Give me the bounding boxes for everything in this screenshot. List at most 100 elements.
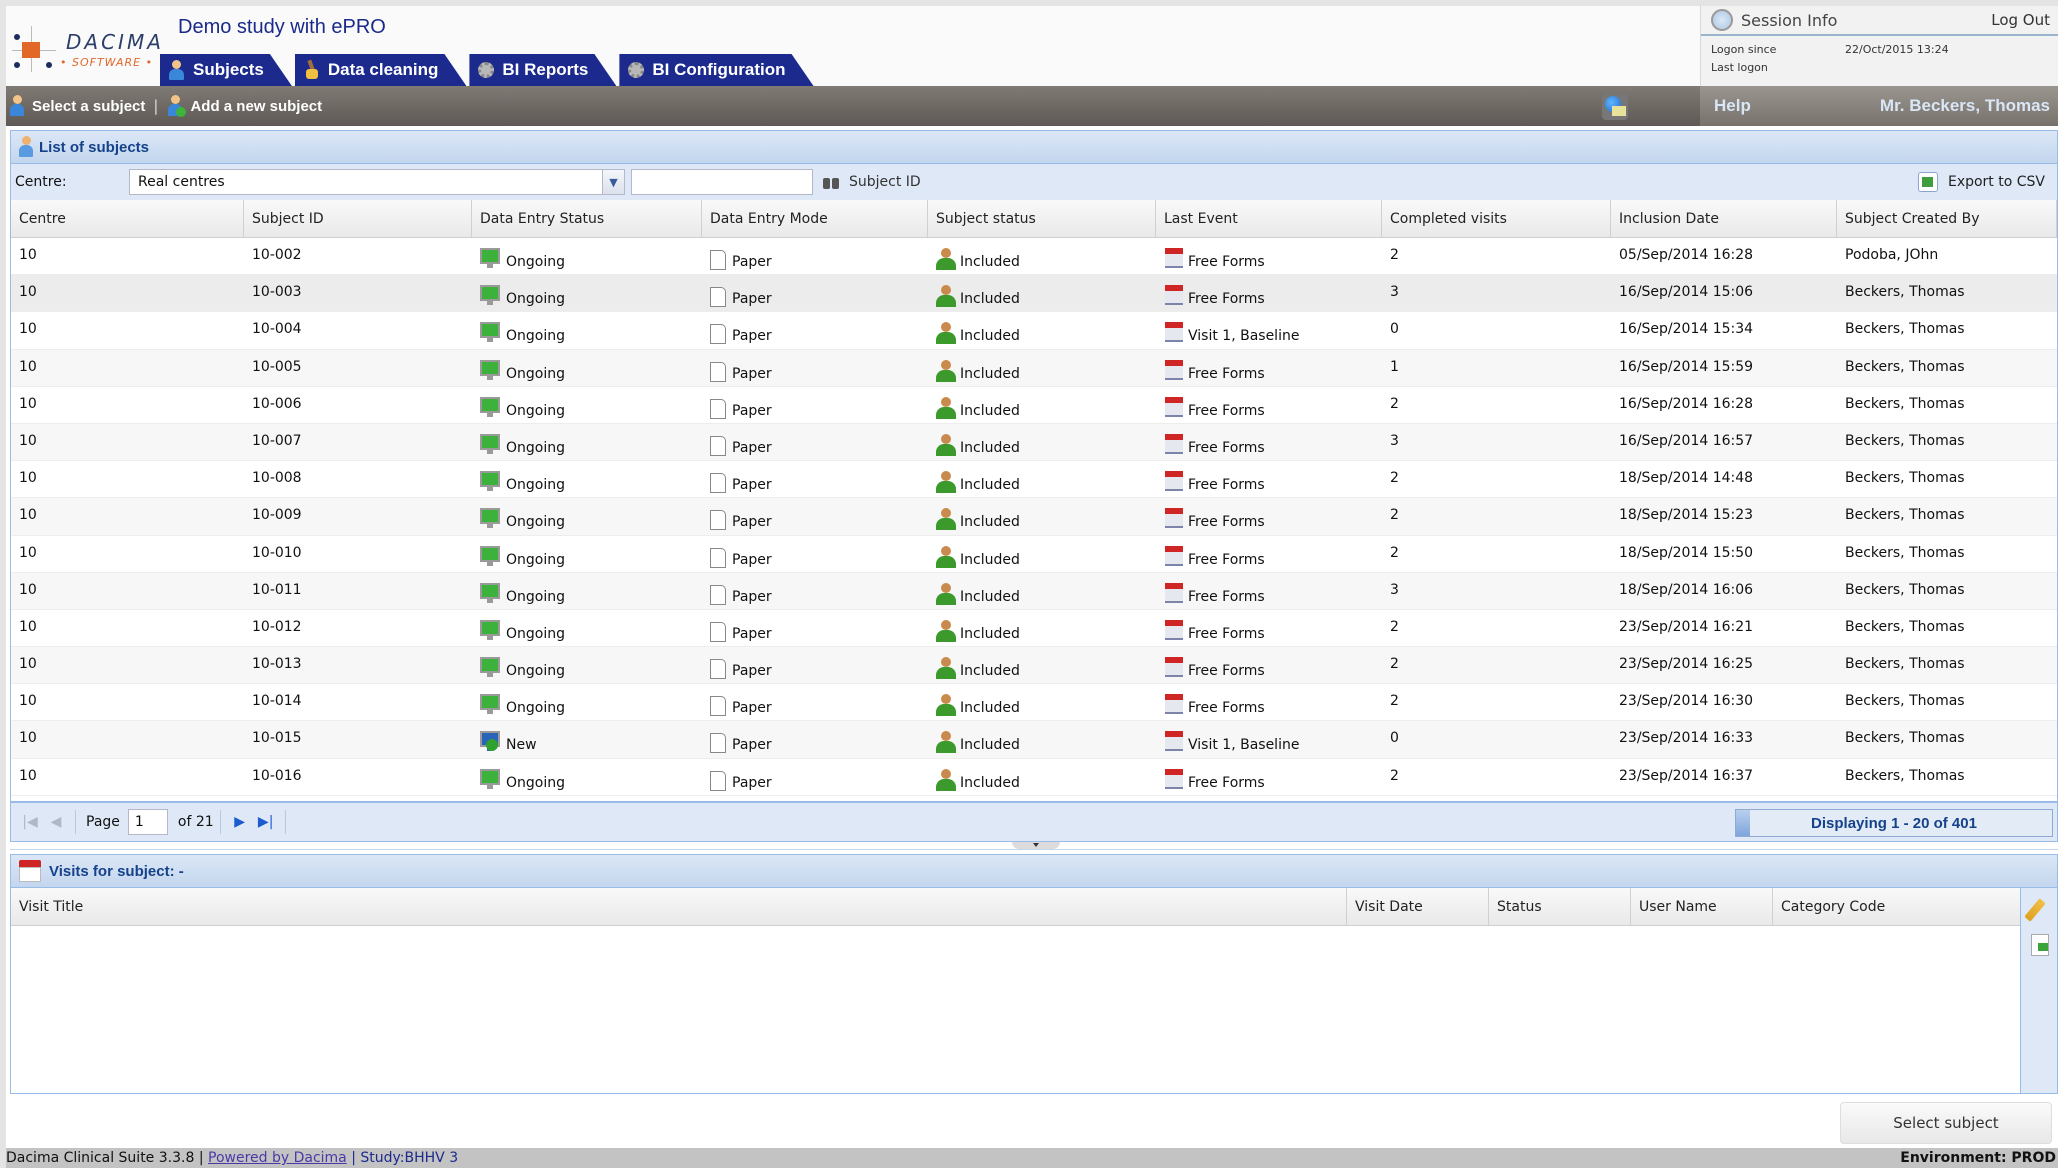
table-row[interactable]: 10 10-004 Ongoing Paper Included Visit 1, Bas… [11,312,2057,350]
entry-status-text: Ongoing [506,514,565,531]
logout-link[interactable]: Log Out [1991,11,2050,29]
panel-splitter[interactable] [10,842,2058,850]
subjects-filter-bar: Centre: Real centres ▼ Subject ID Export… [10,164,2058,200]
open-document-icon[interactable] [2031,934,2049,956]
tab-bi-configuration[interactable]: BI Configuration [619,54,813,86]
next-page-button[interactable]: ▶ [227,814,253,830]
column-header-status[interactable]: Status [1489,888,1631,926]
export-csv-button[interactable]: Export to CSV [1917,172,2045,192]
tab-label: BI Configuration [652,60,786,79]
cell-entry-status: Ongoing [472,312,702,348]
cell-inclusion-date: 05/Sep/2014 16:28 [1619,247,1754,263]
subject-id-search-button[interactable]: Subject ID [823,174,921,190]
user-icon [168,60,186,80]
cell-entry-status: Ongoing [472,275,702,311]
table-row[interactable]: 10 10-006 Ongoing Paper Included Free Forms 2 1… [11,387,2057,424]
help-link[interactable]: Help [1714,96,1751,116]
add-subject-link[interactable]: Add a new subject [168,95,322,117]
person-icon [936,731,956,754]
column-header-completed-visits[interactable]: Completed visits [1382,200,1611,238]
table-row[interactable]: 10 10-012 Ongoing Paper Included Free Forms 2 2… [11,610,2057,648]
last-event-text: Visit 1, Baseline [1188,737,1300,754]
column-header-subject-id[interactable]: Subject ID [244,200,472,238]
monitor-icon [480,248,500,270]
centre-select[interactable]: Real centres ▼ [129,169,625,195]
column-header-category-code[interactable]: Category Code [1773,888,2020,926]
column-header-centre[interactable]: Centre [11,200,244,238]
monitor-icon [480,471,500,493]
table-row[interactable]: 10 10-015 New Paper Included Visit 1, Baselin… [11,721,2057,759]
powered-by-link[interactable]: Powered by Dacima [208,1150,347,1166]
table-row[interactable]: 10 10-007 Ongoing Paper Included Free Forms 3 1… [11,423,2057,462]
monitor-icon [480,322,500,344]
column-header-subject-status[interactable]: Subject status [928,200,1156,238]
column-header-last-event[interactable]: Last Event [1156,200,1382,238]
last-event-text: Free Forms [1188,402,1265,419]
cell-entry-status: Ongoing [472,759,702,795]
table-row[interactable]: 10 10-005 Ongoing Paper Included Free Forms 1 1… [11,349,2057,387]
centre-select-value: Real centres [138,174,225,190]
last-event-text: Free Forms [1188,625,1265,642]
chevron-down-icon[interactable]: ▼ [602,170,624,194]
table-row[interactable]: 10 10-008 Ongoing Paper Included Free Forms 2 1… [11,461,2057,499]
binoculars-icon [823,175,841,189]
table-row[interactable]: 10 10-013 Ongoing Paper Included Free Forms 2 2… [11,647,2057,685]
cell-inclusion-date: 16/Sep/2014 16:28 [1619,395,1754,412]
cell-created-by: Podoba, JOhn [1845,247,1939,263]
cell-created-by: Beckers, Thomas [1845,321,1965,338]
cell-completed-visits: 2 [1390,247,1399,263]
language-globe-icon[interactable] [1602,94,1628,120]
cell-subject-status: Included [928,573,1156,609]
column-header-visit-date[interactable]: Visit Date [1347,888,1489,926]
table-row[interactable]: 10 10-010 Ongoing Paper Included Free Forms 2 1… [11,536,2057,573]
last-event-text: Free Forms [1188,774,1265,791]
last-logon-label: Last logon [1711,60,1768,74]
last-event-text: Free Forms [1188,663,1265,680]
last-page-button[interactable]: ▶| [253,814,279,830]
tab-subjects[interactable]: Subjects [160,54,292,86]
tab-bi-reports[interactable]: BI Reports [469,54,616,86]
table-row[interactable]: 10 10-009 Ongoing Paper Included Free Forms 2 1… [11,498,2057,536]
cell-completed-visits: 3 [1390,432,1399,449]
subject-id-input[interactable] [631,169,813,195]
cell-centre: 10 [19,581,37,598]
cell-subject-id: 10-006 [252,395,302,412]
cell-last-event: Free Forms [1156,498,1382,534]
cell-inclusion-date: 18/Sep/2014 15:23 [1619,507,1754,524]
cell-subject-id: 10-007 [252,432,302,449]
select-subject-button[interactable]: Select subject [1840,1102,2052,1144]
select-subject-link[interactable]: Select a subject [6,95,145,117]
calendar-icon [19,860,41,882]
cell-created-by: Beckers, Thomas [1845,693,1965,710]
table-row[interactable]: 10 10-011 Ongoing Paper Included Free Forms 3 1… [11,572,2057,610]
tab-label: Subjects [193,60,264,79]
subject-status-text: Included [960,588,1020,605]
cell-last-event: Free Forms [1156,424,1382,460]
subject-status-text: Included [960,365,1020,382]
entry-status-text: Ongoing [506,439,565,456]
table-row[interactable]: 10 10-002 Ongoing Paper Included Free Forms 2 0… [11,238,2057,276]
collapse-handle[interactable] [1012,842,1060,849]
column-header-inclusion-date[interactable]: Inclusion Date [1611,200,1837,238]
table-row[interactable]: 10 10-014 Ongoing Paper Included Free Forms 2 2… [11,684,2057,722]
monitor-icon [480,619,500,642]
edit-pencil-icon[interactable] [2024,898,2046,922]
paper-icon [710,250,726,270]
table-row[interactable]: 10 10-003 Ongoing Paper Included Free Forms 3 1… [11,275,2057,313]
column-header-visit-title[interactable]: Visit Title [11,888,1347,926]
calendar-icon [1164,248,1184,270]
column-header-data-entry-mode[interactable]: Data Entry Mode [702,200,928,238]
person-icon [936,545,956,568]
tab-data-cleaning[interactable]: Data cleaning [295,54,467,86]
first-page-button[interactable]: |◀ [17,814,43,830]
prev-page-button[interactable]: ◀ [43,814,69,830]
person-icon [936,285,956,308]
column-header-user-name[interactable]: User Name [1631,888,1773,926]
page-number-input[interactable]: 1 [127,809,168,835]
column-header-subject-created-by[interactable]: Subject Created By [1837,200,2057,238]
table-row[interactable]: 10 10-016 Ongoing Paper Included Free Forms 2 2… [11,759,2057,796]
cell-subject-id: 10-014 [252,693,302,710]
column-header-data-entry-status[interactable]: Data Entry Status [472,200,702,238]
study-title: Demo study with ePRO [178,16,386,38]
cell-centre: 10 [19,432,37,449]
